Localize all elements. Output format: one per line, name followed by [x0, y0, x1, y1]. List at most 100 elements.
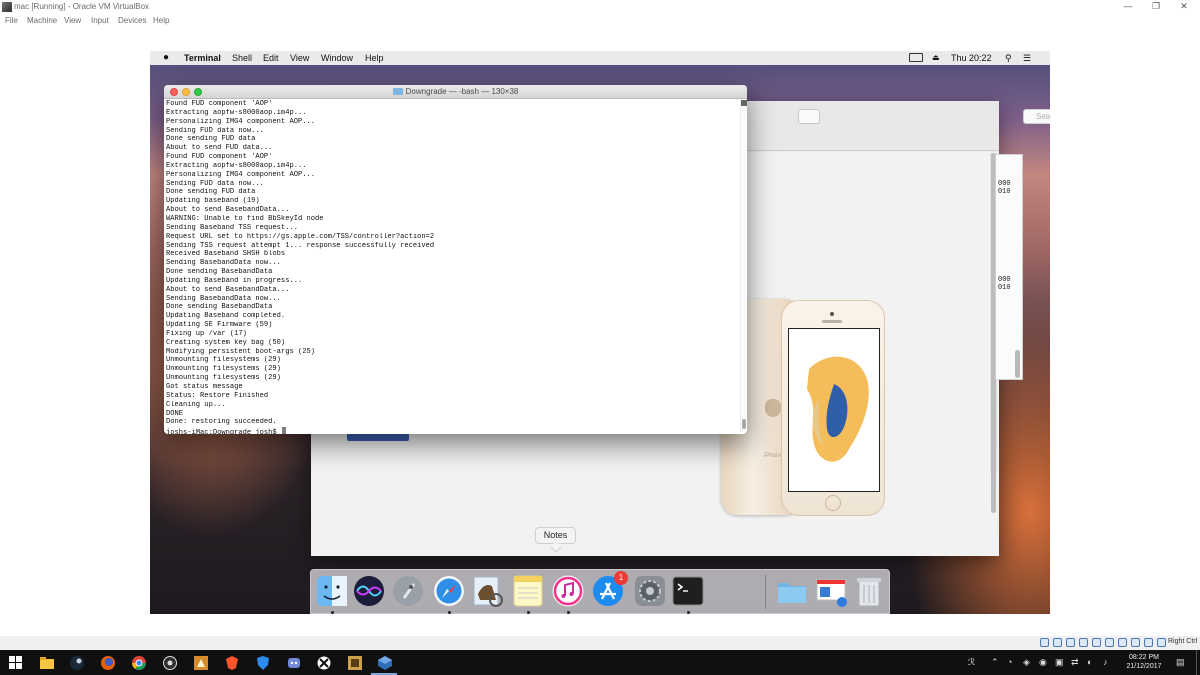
- menu-shell[interactable]: Shell: [232, 51, 252, 65]
- file-explorer-icon[interactable]: [39, 655, 54, 670]
- tray-network-icon[interactable]: ⇄: [1071, 657, 1079, 668]
- clock-time: 08:22 PM: [1129, 654, 1159, 661]
- menu-view-mac[interactable]: View: [290, 51, 309, 65]
- restore-button[interactable]: ❐: [1148, 0, 1164, 14]
- terminal-line: Received Baseband SHSH blobs: [166, 250, 286, 259]
- document-icon[interactable]: [814, 574, 848, 608]
- spotlight-icon[interactable]: ⚲: [1005, 51, 1012, 65]
- scroll-up-icon[interactable]: [741, 100, 747, 106]
- terminal-window[interactable]: Downgrade — -bash — 130×38 Found FUD com…: [164, 85, 747, 434]
- text-cursor: [281, 427, 286, 434]
- terminal-line: Status: Restore Finished: [166, 391, 269, 400]
- people-icon[interactable]: ℛ: [968, 657, 975, 668]
- close-button[interactable]: ✕: [1176, 0, 1192, 14]
- betta-fish-wallpaper: [807, 356, 869, 462]
- menu-help-mac[interactable]: Help: [365, 51, 384, 65]
- apple-menu-icon[interactable]: ●: [163, 51, 169, 65]
- app-store-badge: 1: [614, 571, 628, 585]
- terminal-scrollbar[interactable]: [740, 100, 747, 432]
- mouse-integration-icon[interactable]: [1157, 638, 1166, 647]
- itunes-icon[interactable]: [551, 574, 585, 608]
- menu-window[interactable]: Window: [321, 51, 353, 65]
- video-capture-icon[interactable]: [1131, 638, 1140, 647]
- finder-icon[interactable]: [315, 574, 349, 608]
- tray-steam-icon[interactable]: ◉: [1039, 657, 1047, 668]
- terminal-line: Unmounting filesystems (29): [166, 374, 281, 383]
- terminal-icon[interactable]: [671, 574, 705, 608]
- discord-icon[interactable]: [286, 655, 301, 670]
- terminal-output[interactable]: Found FUD component 'AOP' Extracting aopf…: [166, 100, 740, 434]
- right-terminal-line: 000: [998, 180, 1011, 188]
- trash-icon[interactable]: [852, 574, 886, 608]
- tray-app-icon[interactable]: ◔: [1007, 657, 1012, 667]
- menu-edit[interactable]: Edit: [263, 51, 279, 65]
- menu-input[interactable]: Input: [91, 16, 109, 25]
- taskbar-clock[interactable]: 08:22 PM 21/12/2017: [1124, 653, 1164, 671]
- network-icon[interactable]: [1079, 638, 1088, 647]
- menu-app-terminal[interactable]: Terminal: [184, 51, 221, 65]
- system-preferences-icon[interactable]: [633, 574, 667, 608]
- speaker-icon: [822, 320, 842, 323]
- host-key-label: Right Ctrl: [1168, 638, 1198, 645]
- minimize-button[interactable]: —: [1120, 0, 1136, 14]
- eject-icon[interactable]: ⏏: [932, 51, 940, 65]
- preview-icon[interactable]: [470, 574, 504, 608]
- app-store-icon[interactable]: 1: [591, 571, 628, 608]
- menu-devices[interactable]: Devices: [118, 16, 146, 25]
- search-field[interactable]: Search: [1023, 109, 1050, 124]
- firefox-icon[interactable]: [100, 655, 115, 670]
- volume-icon[interactable]: ♪: [1103, 657, 1108, 667]
- steam-icon[interactable]: [69, 655, 84, 670]
- siri-icon[interactable]: [352, 574, 386, 608]
- downloads-folder-icon[interactable]: [775, 574, 809, 608]
- menu-file[interactable]: File: [5, 16, 18, 25]
- start-icon[interactable]: [8, 655, 23, 670]
- cpu-icon[interactable]: [1144, 638, 1153, 647]
- menu-clock[interactable]: Thu 20:22: [951, 51, 992, 65]
- windows-taskbar: ℛ ⌃ ◔ ◈ ◉ ▣ ⇄ ◐ ♪ 08:22 PM 21/12/2017 ▤: [0, 650, 1200, 675]
- airplay-icon[interactable]: [909, 53, 923, 62]
- terminal-line: Found FUD component 'AOP': [166, 153, 273, 162]
- show-hidden-icons[interactable]: ⌃: [991, 657, 999, 668]
- scroll-thumb[interactable]: [742, 419, 746, 429]
- tool-icon[interactable]: [347, 655, 362, 670]
- shared-folders-icon[interactable]: [1105, 638, 1114, 647]
- terminal-line: DONE: [166, 409, 184, 418]
- xbox-icon[interactable]: [316, 655, 331, 670]
- brave-icon[interactable]: [224, 655, 239, 670]
- tray-virtualbox-icon[interactable]: ◈: [1023, 657, 1030, 668]
- right-terminal-scrollbar[interactable]: [1015, 350, 1020, 378]
- guest-screen[interactable]: ● Terminal Shell Edit View Window Help ⏏…: [150, 51, 1050, 614]
- hard-disk-icon[interactable]: [1040, 638, 1049, 647]
- mac-menu-bar: ● Terminal Shell Edit View Window Help ⏏…: [150, 51, 1050, 65]
- menu-help[interactable]: Help: [153, 16, 169, 25]
- terminal-line: Sending Baseband TSS request...: [166, 223, 298, 232]
- restore-button-partial[interactable]: [347, 433, 409, 441]
- right-terminal-window[interactable]: 000 010 000 010: [995, 154, 1023, 380]
- safari-icon[interactable]: [432, 574, 466, 608]
- list-view-button[interactable]: [798, 109, 820, 124]
- virtualbox-icon[interactable]: [377, 655, 392, 670]
- audio-icon[interactable]: [1066, 638, 1075, 647]
- game-icon[interactable]: [193, 655, 208, 670]
- launchpad-icon[interactable]: [391, 574, 425, 608]
- usb-icon[interactable]: [1092, 638, 1101, 647]
- tray-security-icon[interactable]: ▣: [1055, 657, 1064, 668]
- chrome-icon[interactable]: [131, 655, 146, 670]
- search-placeholder: Search: [1036, 112, 1050, 121]
- menu-machine[interactable]: Machine: [27, 16, 57, 25]
- action-center-icon[interactable]: ▤: [1176, 657, 1185, 668]
- terminal-line: Fixing up /var (17): [166, 329, 247, 338]
- show-desktop-button[interactable]: [1196, 650, 1200, 675]
- obs-icon[interactable]: [162, 655, 177, 670]
- tray-update-icon[interactable]: ◐: [1087, 657, 1092, 667]
- display-icon[interactable]: [1118, 638, 1127, 647]
- optical-drive-icon[interactable]: [1053, 638, 1062, 647]
- security-icon[interactable]: [255, 655, 270, 670]
- terminal-title-text: Downgrade — -bash — 130×38: [405, 87, 519, 96]
- running-indicator: [527, 611, 530, 614]
- notification-center-icon[interactable]: ☰: [1023, 51, 1031, 65]
- notes-icon[interactable]: [511, 574, 545, 608]
- terminal-prompt[interactable]: joshs-iMac:Downgrade josh$: [166, 427, 740, 434]
- menu-view[interactable]: View: [64, 16, 81, 25]
